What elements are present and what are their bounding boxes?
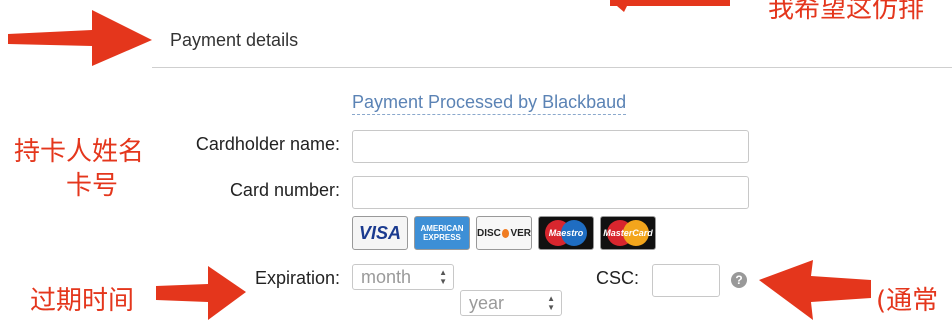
expiration-year-select[interactable]: year ▲ ▼ — [460, 290, 562, 316]
arrow-csc-icon — [759, 260, 871, 320]
cardholder-name-input[interactable] — [352, 130, 749, 163]
discover-logo: DISC VER — [476, 216, 532, 250]
csc-input[interactable] — [652, 264, 720, 297]
arrow-top-partial-icon — [610, 0, 730, 12]
annotation-top-right: 我希望这仿排 — [768, 0, 925, 24]
card-number-label: Card number: — [229, 180, 340, 200]
help-icon[interactable]: ? — [731, 272, 747, 288]
card-number-input[interactable] — [352, 176, 749, 209]
section-title: Payment details — [170, 30, 299, 50]
accepted-cards: VISA AMERICAN EXPRESS DISC VER Maestro Mas… — [352, 216, 656, 250]
chevron-up-down-icon: ▲ ▼ — [547, 294, 555, 312]
csc-label: CSC: — [596, 268, 640, 288]
annotation-csc-cn: (通常 — [876, 286, 939, 316]
arrow-top-left-icon — [8, 10, 152, 66]
annotation-card-number-cn: 卡号 — [66, 171, 119, 201]
annotation-cardholder-cn: 持卡人姓名 — [14, 137, 145, 167]
expiration-label: Expiration: — [254, 268, 340, 288]
mastercard-logo: MasterCard — [600, 216, 656, 250]
amex-logo: AMERICAN EXPRESS — [414, 216, 470, 250]
expiration-month-select[interactable]: month ▲ ▼ — [352, 264, 454, 290]
maestro-logo: Maestro — [538, 216, 594, 250]
section-divider — [152, 67, 952, 68]
processed-by-link[interactable]: Payment Processed by Blackbaud — [352, 92, 627, 115]
cardholder-label: Cardholder name: — [195, 134, 340, 154]
visa-logo: VISA — [352, 216, 408, 250]
chevron-up-down-icon: ▲ ▼ — [439, 268, 447, 286]
annotation-expiration-cn: 过期时间 — [30, 286, 135, 316]
